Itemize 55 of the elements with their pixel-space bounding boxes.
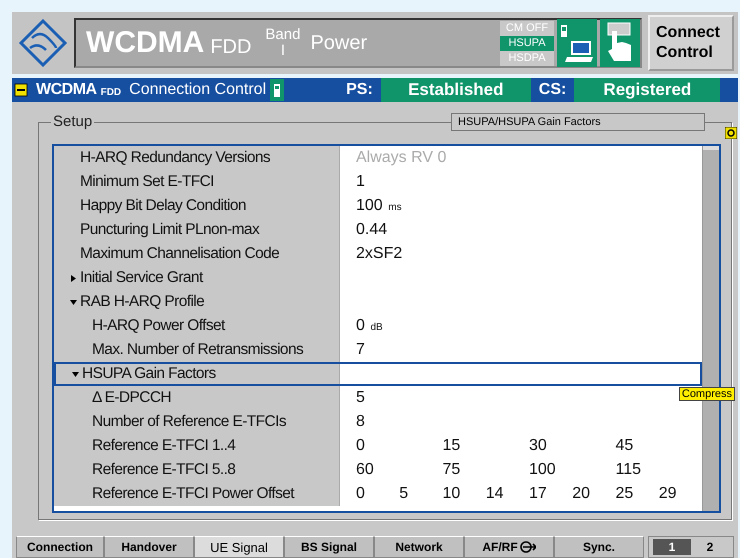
- parameter-value: 30: [529, 437, 548, 455]
- parameter-value: 0: [356, 485, 366, 503]
- parameter-label: Number of Reference E-TFCIs: [92, 413, 286, 431]
- compress-tooltip: Compress: [678, 387, 735, 401]
- parameter-label: Minimum Set E-TFCI: [80, 173, 214, 191]
- parameter-value: 100 ms: [356, 197, 403, 215]
- parameter-value: 14: [486, 485, 505, 503]
- app-title: WCDMA: [86, 26, 204, 60]
- connection-title: WCDMA: [36, 81, 97, 99]
- parameter-value: 17: [529, 485, 548, 503]
- parameter-value: 60: [356, 461, 375, 479]
- parameter-value: 29: [658, 485, 678, 503]
- mode-label: Power: [310, 32, 368, 54]
- group-label: Initial Service Grant: [80, 269, 203, 287]
- parameter-value: 0: [356, 437, 366, 455]
- parameter-value: Always RV 0: [356, 149, 448, 167]
- parameter-label: Happy Bit Delay Condition: [80, 197, 246, 215]
- group-label: RAB H-ARQ Profile: [80, 293, 204, 311]
- cs-state: Registered: [574, 78, 720, 102]
- parameter-value: 0.44: [356, 221, 388, 239]
- parameter-label: Puncturing Limit PLnon-max: [80, 221, 260, 239]
- parameter-value: 2xSF2: [356, 245, 404, 263]
- group-label: HSUPA Gain Factors: [82, 365, 216, 383]
- parameter-value: 1: [356, 173, 366, 191]
- connection-subtitle: Connection Control: [129, 81, 266, 99]
- parameter-value: 100: [529, 461, 557, 479]
- parameter-label: Δ E-DPCCH: [92, 389, 172, 407]
- breadcrumb: HSUPA/HSUPA Gain Factors: [451, 113, 705, 131]
- parameter-value: 115: [616, 461, 642, 479]
- parameter-value: 10: [442, 485, 462, 503]
- parameter-value: 75: [442, 461, 462, 479]
- parameter-label: Maximum Channelisation Code: [80, 245, 280, 263]
- parameter-value: 45: [616, 437, 634, 455]
- parameter-value: 15: [442, 437, 462, 455]
- connection-title-suffix: FDD: [100, 86, 122, 98]
- band-value: I: [280, 43, 286, 59]
- cs-label: CS:: [538, 81, 568, 99]
- parameter-value: 20: [572, 485, 592, 503]
- parameter-label: Max. Number of Retransmissions: [92, 341, 304, 359]
- parameter-label: Reference E-TFCI Power Offset: [92, 485, 294, 503]
- parameter-value: 7: [356, 341, 366, 359]
- band-label: Band: [265, 27, 300, 43]
- parameter-label: H-ARQ Redundancy Versions: [80, 149, 270, 167]
- setup-legend: Setup: [51, 113, 94, 130]
- parameter-label: Reference E-TFCI 5..8: [92, 461, 236, 479]
- parameter-value: 0 dB: [356, 317, 384, 335]
- status-flag: HSUPA: [500, 36, 554, 50]
- ps-state: Established: [380, 78, 531, 102]
- parameter-label: H-ARQ Power Offset: [92, 317, 225, 335]
- parameter-value: 5: [399, 485, 410, 503]
- parameter-label: Reference E-TFCI 1..4: [92, 437, 236, 455]
- parameter-value: 8: [356, 413, 366, 431]
- ps-label: PS:: [345, 81, 374, 99]
- title-suffix: FDD: [210, 36, 252, 58]
- parameter-value: 25: [616, 485, 634, 503]
